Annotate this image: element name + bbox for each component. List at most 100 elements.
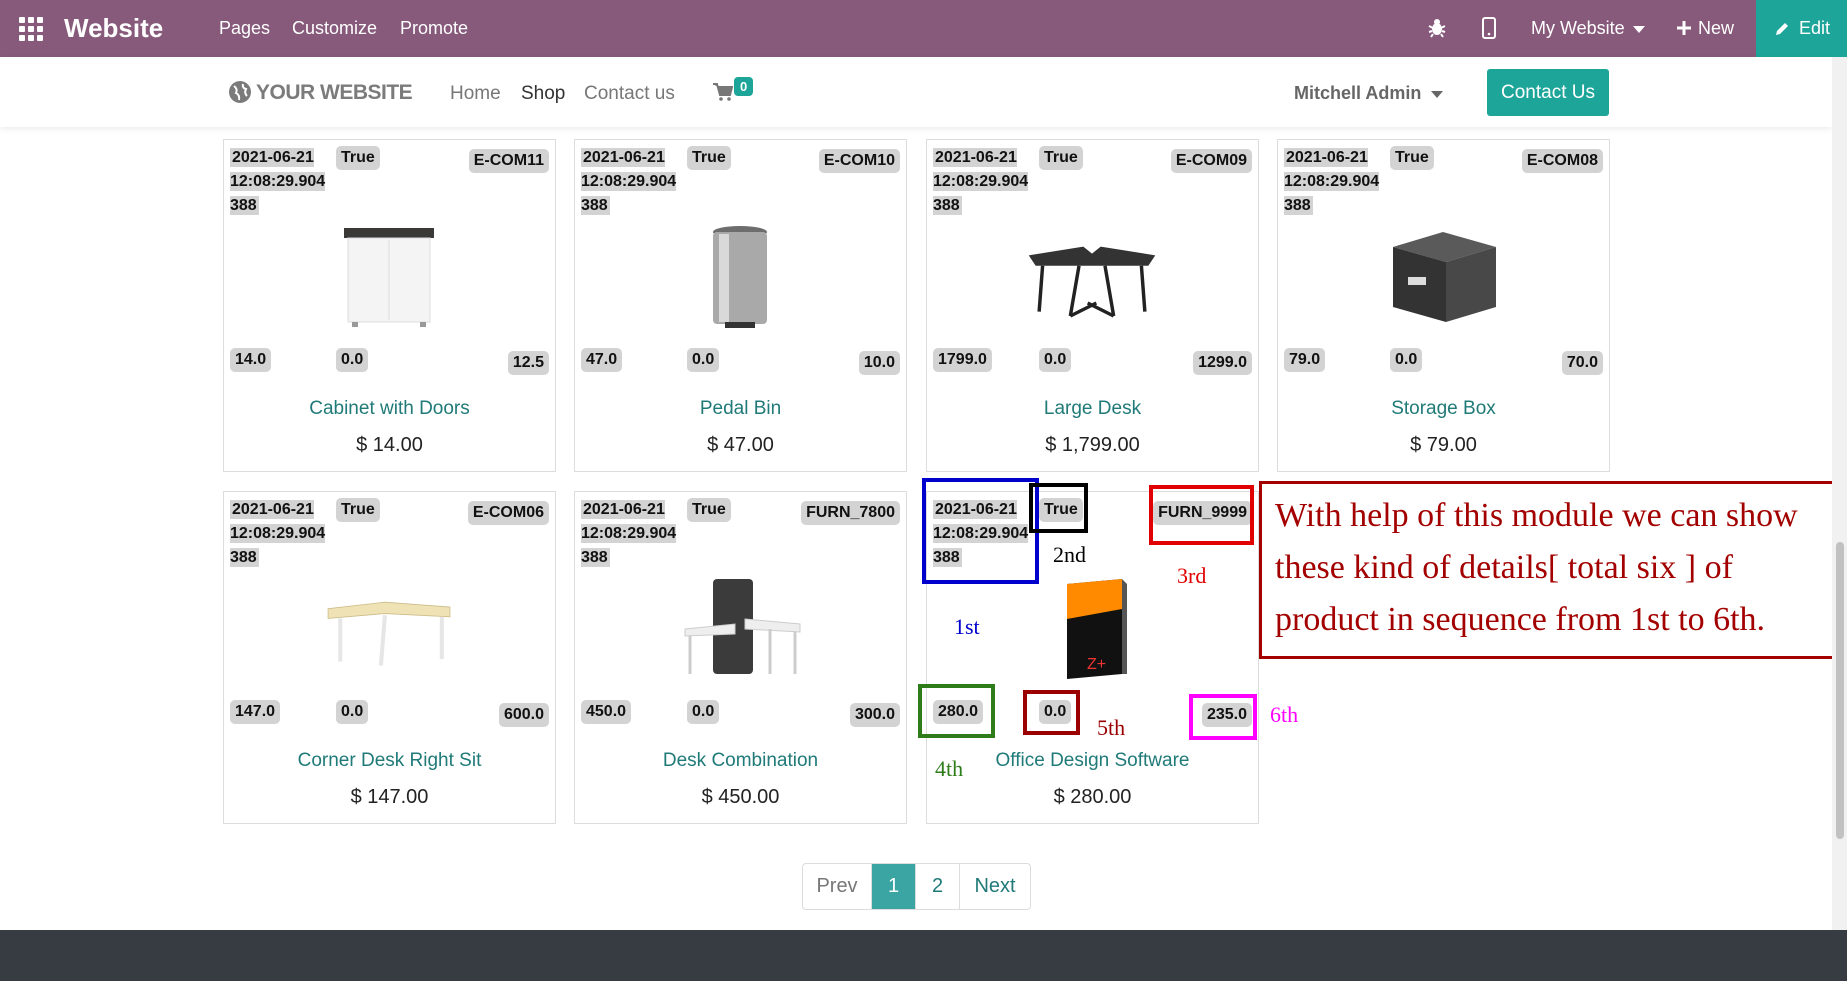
menu-pages[interactable]: Pages [219,18,270,39]
pagination-page-2[interactable]: 2 [916,864,960,909]
product-value-1: 79.0 [1284,348,1326,372]
chevron-down-icon [1632,25,1645,33]
product-card[interactable]: 2021-06-21 12:08:29.904 388 True E-COM11 14… [223,139,556,472]
edit-button-label: Edit [1799,18,1831,38]
annotation-box-1st [922,478,1039,584]
product-price: $ 47.00 [707,434,774,456]
product-code-badge: E-COM11 [468,149,549,173]
plus-icon [1677,21,1691,35]
product-value-3: 300.0 [849,703,900,727]
site-logo[interactable]: YOUR WEBSITE [256,81,413,105]
product-image[interactable]: Z+ [1027,574,1157,684]
product-name[interactable]: Cabinet with Doors [224,398,555,420]
annotation-label-1st: 1st [954,614,980,639]
product-image[interactable] [1027,222,1157,332]
menu-promote[interactable]: Promote [400,18,468,39]
new-button[interactable]: New [1676,18,1734,39]
apps-grid-icon[interactable] [19,17,43,41]
product-card[interactable]: 2021-06-21 12:08:29.904 388 True E-COM06 14… [223,491,556,824]
nav-shop[interactable]: Shop [521,83,565,105]
product-code-badge: E-COM08 [1521,149,1603,173]
product-name[interactable]: Desk Combination [575,750,906,772]
product-value-2: 0.0 [336,348,369,372]
cart-count-badge: 0 [734,77,754,96]
contact-us-button[interactable]: Contact Us [1487,69,1609,116]
chevron-down-icon [1431,90,1444,98]
annotation-label-3rd: 3rd [1177,563,1207,588]
product-code-badge: FURN_7800 [801,501,900,525]
page-footer [0,930,1847,981]
product-date: 2021-06-21 12:08:29.904 388 [933,148,1029,215]
product-flag-badge: True [1390,146,1434,170]
bug-icon[interactable] [1427,18,1447,38]
website-selector[interactable]: My Website [1531,18,1645,39]
product-value-3: 10.0 [858,351,900,375]
website-selector-label: My Website [1531,18,1625,38]
product-name[interactable]: Large Desk [927,398,1258,420]
pagination-page-1[interactable]: 1 [872,864,916,909]
product-flag-badge: True [1039,146,1083,170]
product-name[interactable]: Pedal Bin [575,398,906,420]
product-flag-badge: True [336,146,380,170]
product-value-2: 0.0 [687,700,720,724]
product-price: $ 14.00 [356,434,423,456]
product-image[interactable] [324,574,454,684]
product-value-2: 0.0 [687,348,720,372]
nav-contact[interactable]: Contact us [584,83,675,105]
mobile-icon[interactable] [1482,17,1496,39]
app-title: Website [64,13,164,43]
product-price: $ 1,799.00 [1045,434,1140,456]
product-name[interactable]: Office Design Software [927,750,1258,772]
scrollbar-thumb[interactable] [1836,542,1844,839]
product-value-1: 14.0 [230,348,272,372]
annotation-box-2nd [1029,483,1088,533]
product-image[interactable] [675,574,805,684]
product-value-1: 1799.0 [933,348,992,372]
menu-customize[interactable]: Customize [292,18,377,39]
product-card[interactable]: 2021-06-21 12:08:29.904 388 True E-COM09 17… [926,139,1259,472]
product-code-badge: E-COM10 [818,149,900,173]
annotation-box-4th [918,684,995,738]
product-date: 2021-06-21 12:08:29.904 388 [230,148,326,215]
new-button-label: New [1698,18,1735,38]
cart-icon[interactable] [713,83,733,101]
product-image[interactable] [675,222,805,332]
product-value-1: 47.0 [581,348,623,372]
product-image[interactable] [324,222,454,332]
product-value-3: 1299.0 [1193,351,1252,375]
product-card[interactable]: 2021-06-21 12:08:29.904 388 True E-COM08 79… [1277,139,1610,472]
product-flag-badge: True [687,498,731,522]
product-name[interactable]: Corner Desk Right Sit [224,750,555,772]
annotation-label-2nd: 2nd [1053,542,1086,567]
annotation-label-6th: 6th [1270,702,1299,727]
pagination-prev[interactable]: Prev [803,864,872,909]
product-image[interactable] [1378,222,1508,332]
product-date: 2021-06-21 12:08:29.904 388 [581,148,677,215]
user-menu[interactable]: Mitchell Admin [1294,83,1444,104]
edit-button[interactable]: Edit [1756,0,1847,57]
product-card[interactable]: 2021-06-21 12:08:29.904 388 True E-COM10 47… [574,139,907,472]
product-price: $ 147.00 [350,786,429,808]
product-value-3: 600.0 [498,703,549,727]
product-price: $ 450.00 [701,786,780,808]
product-date: 2021-06-21 12:08:29.904 388 [1284,148,1380,215]
annotation-label-4th: 4th [935,756,964,781]
product-flag-badge: True [336,498,380,522]
product-flag-badge: True [687,146,731,170]
product-name[interactable]: Storage Box [1278,398,1609,420]
pagination: Prev 1 2 Next [802,863,1031,910]
product-value-3: 70.0 [1561,351,1603,375]
globe-icon [229,81,251,103]
nav-home[interactable]: Home [450,83,501,105]
product-value-2: 0.0 [1039,348,1072,372]
product-card[interactable]: 2021-06-21 12:08:29.904 388 True FURN_7800… [574,491,907,824]
product-code-badge: E-COM06 [467,501,549,525]
product-date: 2021-06-21 12:08:29.904 388 [230,500,326,567]
pencil-icon [1776,23,1788,35]
pagination-next[interactable]: Next [960,864,1030,909]
annotation-note: With help of this module we can show the… [1275,497,1798,638]
product-price: $ 280.00 [1053,786,1132,808]
annotation-note-box: With help of this module we can show the… [1259,481,1847,659]
product-date: 2021-06-21 12:08:29.904 388 [581,500,677,567]
product-value-3: 12.5 [507,351,549,375]
